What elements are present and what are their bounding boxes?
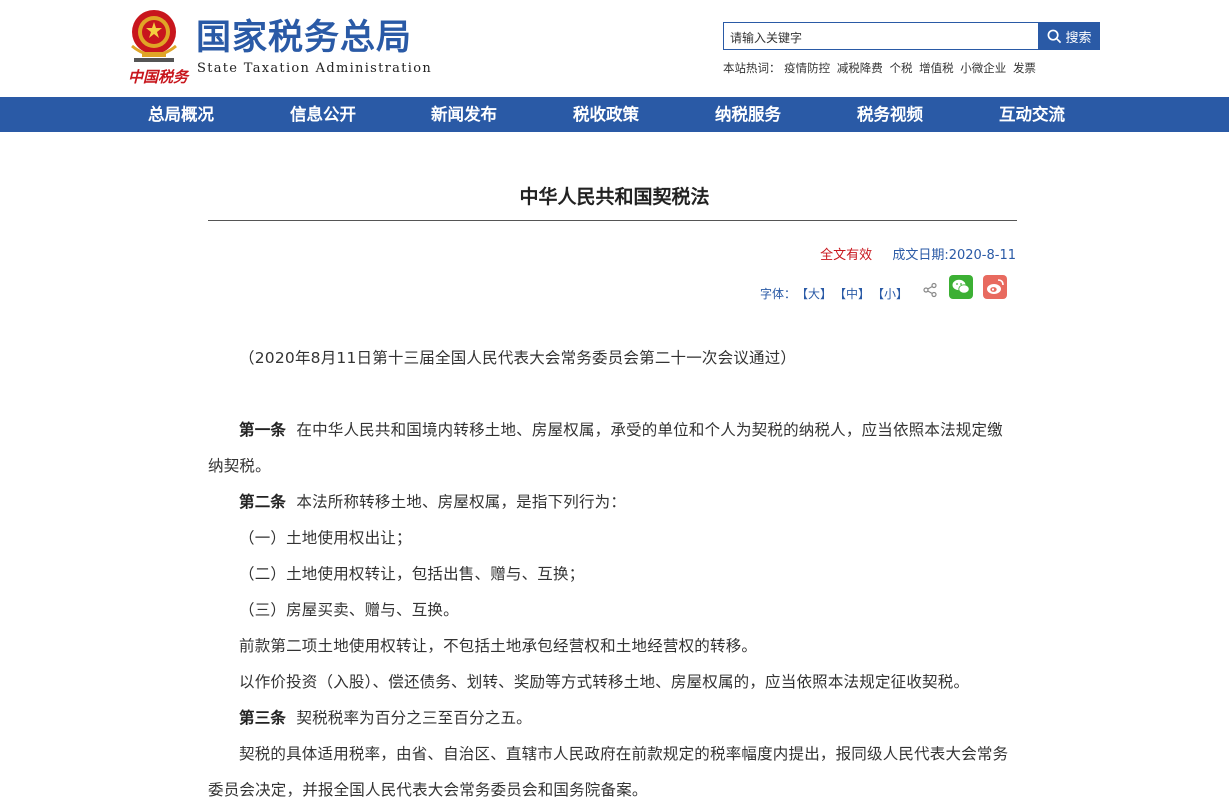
nav-item-tax-video[interactable]: 税务视频	[857, 97, 923, 132]
weibo-share-icon[interactable]	[983, 275, 1007, 299]
article-clause-number: 第一条	[239, 421, 287, 439]
article-meta: 全文有效 成文日期:2020-8-11	[820, 244, 1016, 263]
main-nav: 总局概况 信息公开 新闻发布 税收政策 纳税服务 税务视频 互动交流	[0, 97, 1229, 132]
article-paragraph: （二）土地使用权转让，包括出售、赠与、互换；	[239, 565, 585, 583]
article-paragraph: 契税的具体适用税率，由省、自治区、直辖市人民政府在前款规定的税率幅度内提出，报同…	[208, 745, 1009, 799]
article-body: （2020年8月11日第十三届全国人民代表大会常务委员会第二十一次会议通过） 第…	[208, 340, 1018, 808]
hotword-link[interactable]: 小微企业	[960, 61, 1006, 75]
issue-date: 成文日期:2020-8-11	[892, 248, 1016, 263]
article-paragraph: （三）房屋买卖、赠与、互换。	[239, 601, 459, 619]
hotword-link[interactable]: 发票	[1013, 61, 1036, 75]
font-small-button[interactable]: 【小】	[872, 285, 908, 302]
font-size-label: 字体：	[760, 287, 797, 301]
nav-item-overview[interactable]: 总局概况	[148, 97, 214, 132]
article-paragraph: 第二条 本法所称转移土地、房屋权属，是指下列行为：	[208, 484, 1018, 520]
nav-item-news[interactable]: 新闻发布	[431, 97, 497, 132]
article-paragraph: 第三条 契税税率为百分之三至百分之五。	[208, 700, 1018, 736]
article-paragraph: 前款第二项土地使用权转让，不包括土地承包经营权和土地经营权的转移。	[239, 637, 758, 655]
site-title[interactable]: 国家税务总局	[196, 18, 412, 58]
status-badge: 全文有效	[820, 248, 873, 263]
article-paragraph: 第一条 在中华人民共和国境内转移土地、房屋权属，承受的单位和个人为契税的纳税人，…	[208, 412, 1018, 484]
site-subtitle: State Taxation Administration	[197, 61, 433, 76]
nav-item-interaction[interactable]: 互动交流	[999, 97, 1065, 132]
paragraph-text: 在中华人民共和国境内转移土地、房屋权属，承受的单位和个人为契税的纳税人，应当依照…	[208, 421, 1003, 475]
search-button[interactable]: 搜索	[1039, 22, 1100, 50]
paragraph-text: 本法所称转移土地、房屋权属，是指下列行为：	[296, 493, 627, 511]
hotwords-label: 本站热词：	[723, 61, 781, 75]
hotword-link[interactable]: 疫情防控	[784, 61, 830, 75]
title-divider	[208, 220, 1017, 221]
share-icon[interactable]	[922, 282, 938, 298]
nav-item-tax-policy[interactable]: 税收政策	[573, 97, 639, 132]
article-title: 中华人民共和国契税法	[519, 186, 710, 208]
adoption-note: （2020年8月11日第十三届全国人民代表大会常务委员会第二十一次会议通过）	[239, 349, 797, 367]
hotwords-bar: 本站热词： 疫情防控 减税降费 个税 增值税 小微企业 发票	[723, 60, 1039, 76]
search-button-label: 搜索	[1065, 30, 1092, 46]
font-medium-button[interactable]: 【中】	[834, 285, 870, 302]
brush-calligraphy-logo: 中国税务	[128, 68, 189, 86]
hotword-link[interactable]: 增值税	[919, 61, 954, 75]
article-paragraph: （一）土地使用权出让；	[239, 529, 412, 547]
article-paragraph: 以作价投资（入股）、偿还债务、划转、奖励等方式转移土地、房屋权属的，应当依照本法…	[239, 673, 970, 691]
hotword-link[interactable]: 个税	[889, 61, 912, 75]
search-icon	[1048, 29, 1062, 43]
site-header: 中国税务 国家税务总局 State Taxation Administratio…	[0, 0, 1229, 97]
paragraph-text: 契税税率为百分之三至百分之五。	[296, 709, 532, 727]
wechat-share-icon[interactable]	[949, 275, 973, 299]
article-clause-number: 第二条	[239, 493, 287, 511]
national-emblem-icon	[131, 10, 177, 62]
font-large-button[interactable]: 【大】	[796, 285, 832, 302]
article-clause-number: 第三条	[239, 709, 287, 727]
nav-item-info-disclosure[interactable]: 信息公开	[290, 97, 356, 132]
nav-item-tax-service[interactable]: 纳税服务	[715, 97, 781, 132]
search-input[interactable]: 请输入关键字	[723, 22, 1039, 50]
hotword-link[interactable]: 减税降费	[837, 61, 883, 75]
